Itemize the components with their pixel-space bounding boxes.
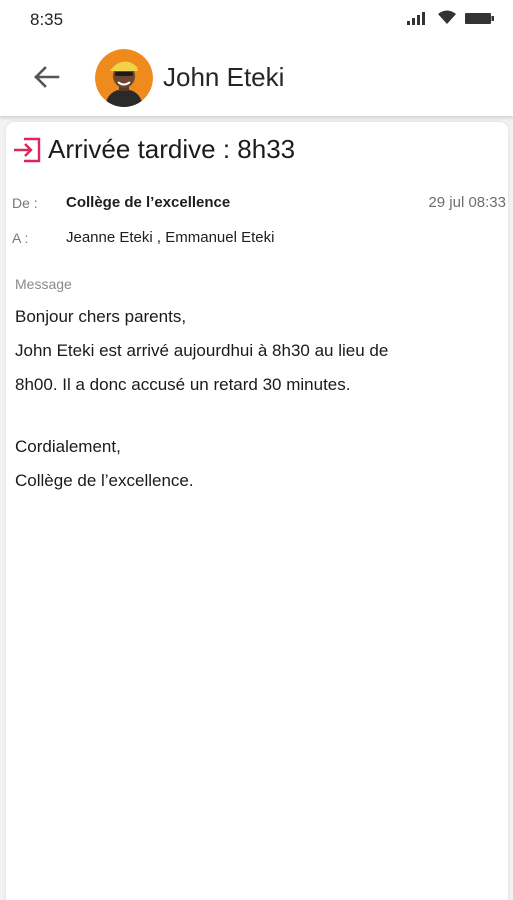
status-bar: 8:35 [0, 0, 513, 40]
app-bar: John Eteki [0, 40, 513, 116]
arrow-left-icon [32, 65, 60, 94]
message-label: Message [15, 276, 72, 292]
login-icon [12, 135, 42, 165]
contact-name: John Eteki [163, 62, 285, 92]
message-date: 29 jul 08:33 [428, 194, 506, 211]
contact-avatar[interactable] [95, 49, 153, 107]
message-line: 8h00. Il a donc accusé un retard 30 minu… [15, 375, 351, 394]
back-button[interactable] [30, 64, 62, 94]
wifi-icon [437, 10, 457, 30]
sender-name: Collège de l’excellence [66, 194, 231, 211]
battery-icon [465, 11, 495, 30]
message-line: Bonjour chers parents, [15, 307, 187, 326]
message-detail-screen: 8:35 John Eteki Arrivée tardive: 8h33 D… [0, 0, 513, 900]
status-icons [407, 10, 495, 30]
subject-row: Arrivée tardive : 8h33 [12, 134, 295, 165]
to-label: A : [12, 230, 29, 246]
message-subject: Arrivée tardive : 8h33 [48, 134, 296, 164]
message-card: Arrivée tardive : 8h33 De : Collège de l… [6, 122, 508, 900]
message-line: Cordialement, [15, 437, 121, 456]
signal-icon [407, 11, 429, 30]
status-time: 8:35 [30, 10, 64, 29]
message-line: John Eteki est arrivé aujourdhui à 8h30 … [15, 341, 389, 360]
message-line: Collège de l’excellence. [15, 471, 194, 490]
message-body: Bonjour chers parents, John Eteki est ar… [15, 300, 485, 498]
recipients: Jeanne Eteki , Emmanuel Eteki [66, 229, 275, 246]
from-label: De : [12, 195, 38, 211]
